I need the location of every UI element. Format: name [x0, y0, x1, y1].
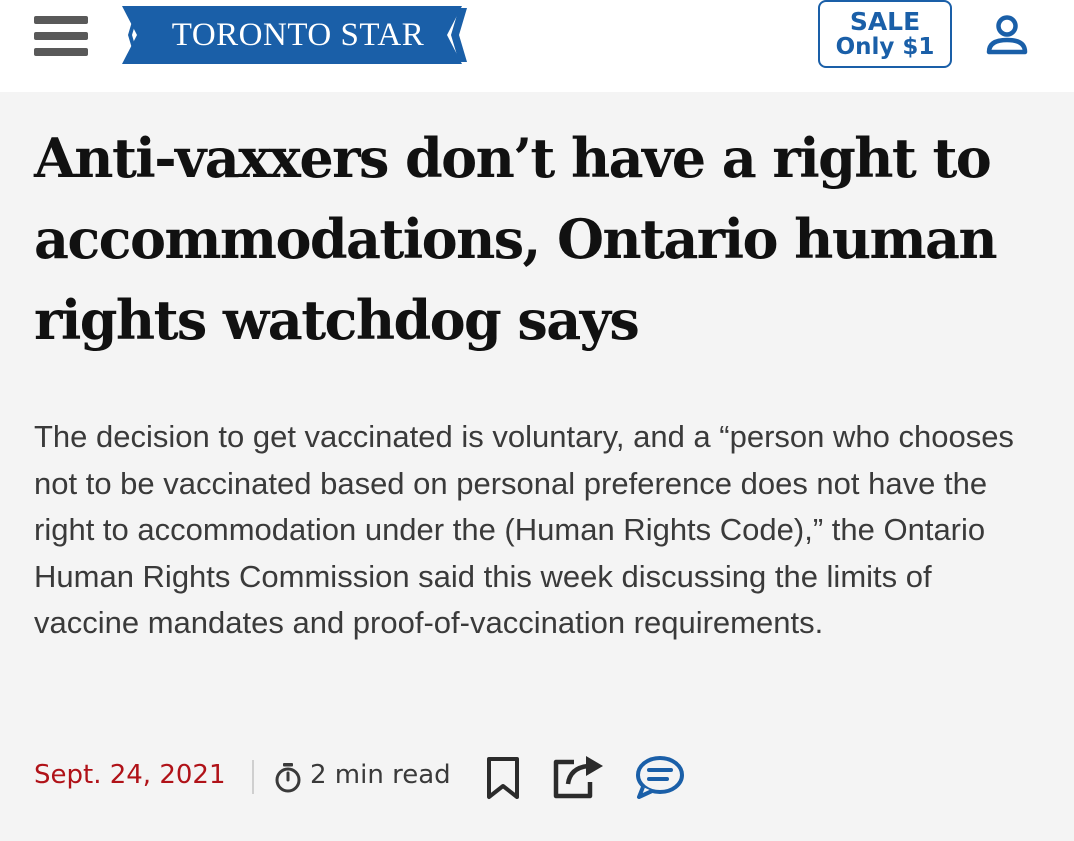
- read-time-label: 2 min read: [310, 760, 451, 790]
- share-icon[interactable]: [552, 752, 606, 804]
- bookmark-icon[interactable]: [486, 756, 520, 804]
- stopwatch-icon: [275, 763, 301, 793]
- menu-icon[interactable]: [34, 14, 90, 58]
- subscribe-sale-button[interactable]: SALE Only $1: [818, 0, 952, 68]
- logo-text: TORONTO STAR: [171, 17, 425, 53]
- article-summary: The decision to get vaccinated is volunt…: [34, 419, 1014, 640]
- sale-label: SALE: [849, 7, 921, 36]
- comment-icon[interactable]: [634, 754, 686, 804]
- toronto-star-logo[interactable]: TORONTO STAR: [122, 6, 474, 64]
- sale-price-label: Only $1: [835, 34, 935, 60]
- article-meta: Sept. 24, 2021 2 min read: [34, 752, 1034, 802]
- meta-divider: [252, 760, 254, 794]
- user-icon[interactable]: [984, 14, 1030, 56]
- publish-date: Sept. 24, 2021: [34, 760, 226, 790]
- article-headline: Anti-vaxxers don’t have a right to accom…: [34, 126, 998, 352]
- top-bar: TORONTO STAR SALE Only $1: [0, 0, 1074, 92]
